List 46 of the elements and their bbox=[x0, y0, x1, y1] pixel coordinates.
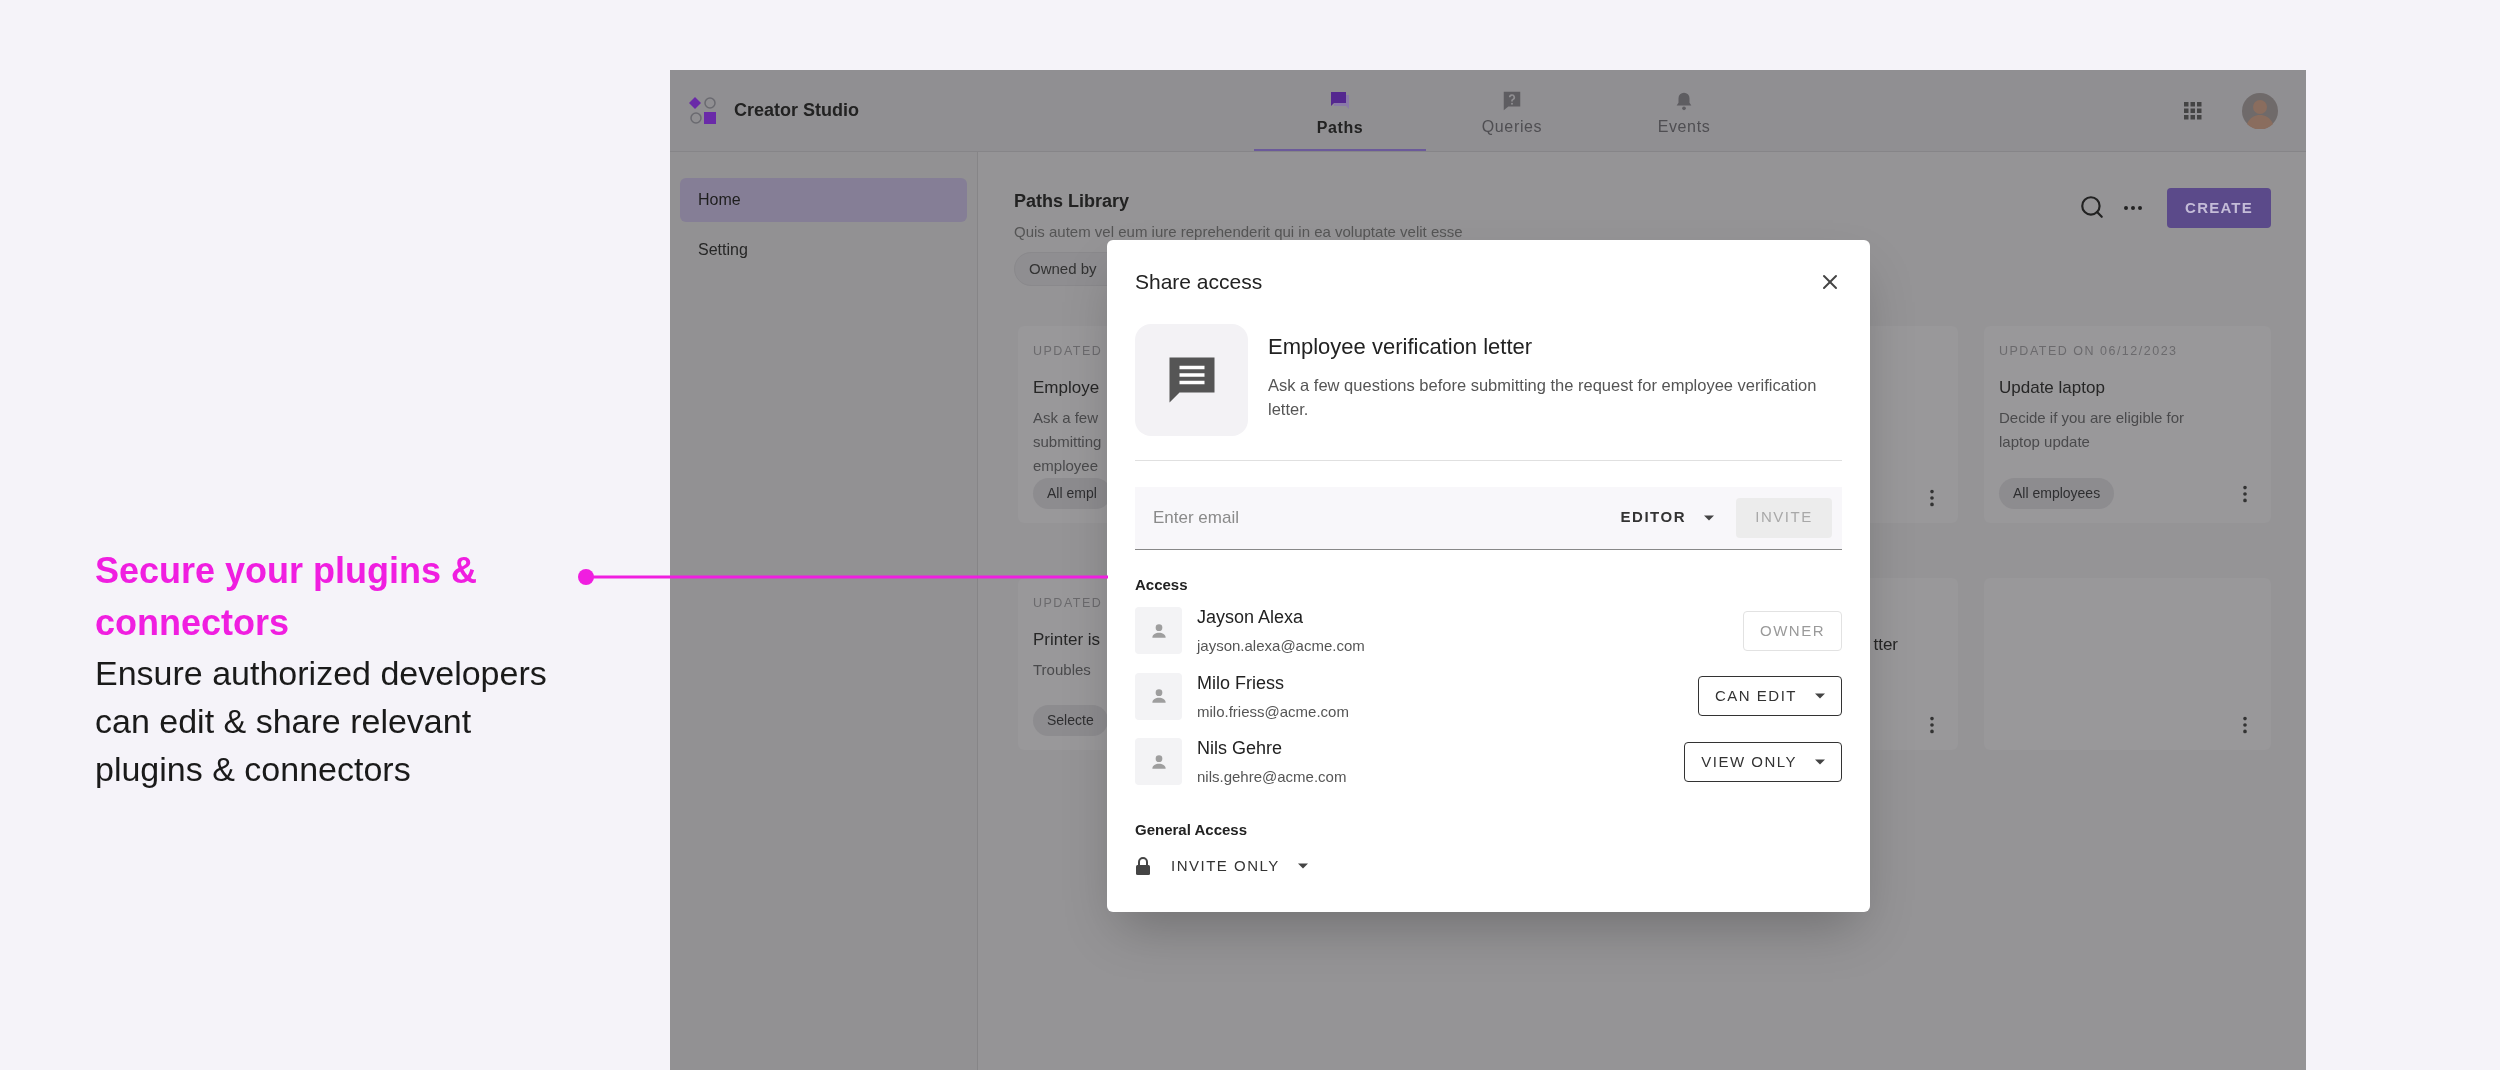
nav-tab[interactable]: Paths bbox=[1254, 70, 1426, 151]
card-description: Ask a few bbox=[1033, 408, 1099, 429]
path-description: Ask a few questions before submitting the request for employee verification letter. bbox=[1268, 374, 1818, 420]
sidebar-item[interactable]: Home bbox=[680, 178, 967, 222]
access-label: Access bbox=[1135, 574, 1189, 595]
person-name: Jayson Alexa bbox=[1197, 606, 1305, 629]
app-name: Creator Studio bbox=[734, 99, 859, 122]
library-title: Paths Library bbox=[1014, 190, 1131, 213]
apps-grid-icon[interactable] bbox=[2184, 101, 2202, 120]
path-title: Employee verification letter bbox=[1268, 332, 1534, 361]
person-name: Nils Gehre bbox=[1197, 737, 1284, 760]
caret-icon bbox=[1704, 514, 1714, 521]
audience-chip: All employees bbox=[1999, 478, 2115, 510]
help-icon bbox=[1501, 90, 1523, 112]
callout-text: Ensure authorized developers can edit & share relevant plugins & connectors bbox=[95, 653, 548, 790]
callout-title: Secure your plugins & connectors bbox=[95, 549, 479, 645]
card-description: Troubles bbox=[1033, 660, 1091, 681]
caret-icon bbox=[1297, 863, 1308, 870]
caret-icon bbox=[1815, 758, 1825, 765]
caret-icon bbox=[1815, 693, 1825, 700]
search-icon[interactable] bbox=[2079, 194, 2105, 220]
card-title: Employe bbox=[1033, 376, 1100, 399]
role-dropdown[interactable]: EDITOR bbox=[1620, 506, 1714, 529]
person-email: nils.gehre@acme.com bbox=[1197, 767, 1347, 787]
card-description: submitting bbox=[1033, 432, 1102, 453]
card-title: tter bbox=[1873, 634, 1898, 656]
library-subtitle: Quis autem vel eum iure reprehenderit qui in ea voluptate velit esse bbox=[1014, 222, 1463, 242]
card-description: employee bbox=[1033, 456, 1099, 477]
nav-tab[interactable]: Events bbox=[1598, 70, 1770, 151]
card-description: laptop update bbox=[1999, 432, 2090, 453]
general-access-dropdown[interactable]: INVITE ONLY bbox=[1135, 855, 1308, 878]
nav-tab[interactable]: Queries bbox=[1426, 70, 1598, 151]
permission-dropdown[interactable]: VIEW ONLY bbox=[1684, 741, 1842, 782]
person-email: jayson.alexa@acme.com bbox=[1197, 636, 1365, 656]
card-title: Update laptop bbox=[1999, 376, 2105, 399]
audience-chip: Selecte bbox=[1033, 705, 1108, 736]
general-access-label: General Access bbox=[1135, 819, 1249, 840]
sidebar-item[interactable]: Setting bbox=[680, 228, 967, 272]
card-title: Printer is bbox=[1033, 628, 1101, 651]
person-name: Milo Friess bbox=[1197, 671, 1285, 695]
create-button[interactable]: CREATE bbox=[2167, 188, 2271, 228]
person-email: milo.friess@acme.com bbox=[1197, 701, 1349, 722]
lock-icon bbox=[1135, 857, 1151, 876]
card-description: Decide if you are eligible for bbox=[1999, 408, 2185, 429]
permission-dropdown[interactable]: CAN EDIT bbox=[1698, 676, 1842, 717]
logo-icon bbox=[688, 95, 718, 126]
